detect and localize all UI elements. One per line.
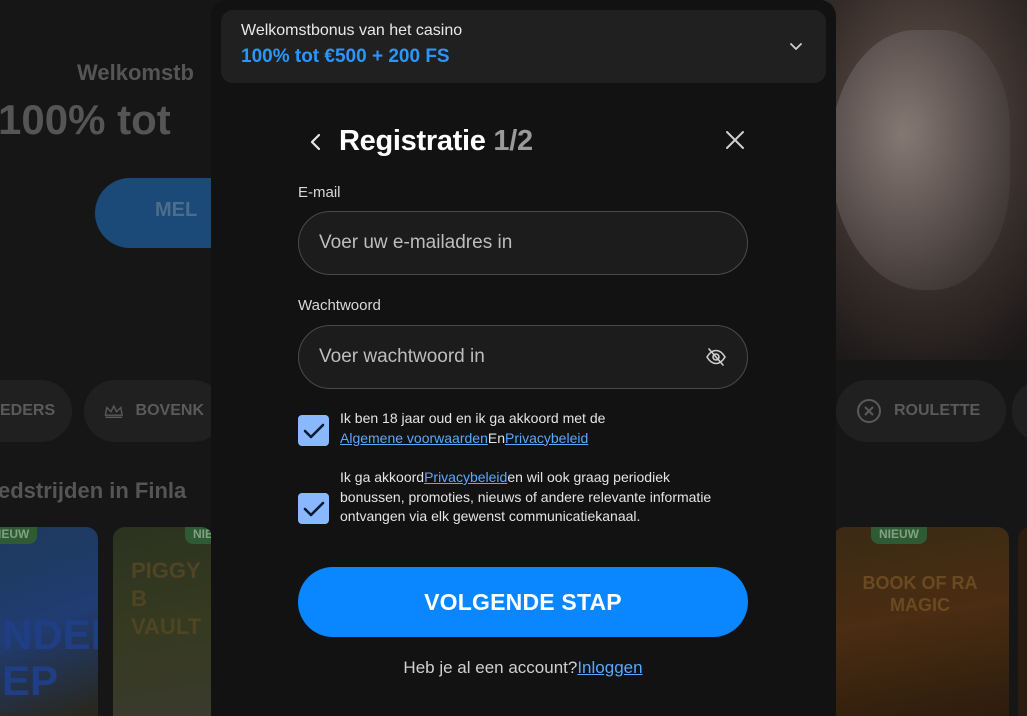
password-field[interactable]: [319, 346, 705, 368]
close-icon[interactable]: [724, 129, 746, 151]
new-badge: NIEUW: [871, 527, 927, 544]
password-label: Wachtwoord: [298, 297, 381, 314]
login-prompt: Heb je al een account?Inloggen: [298, 658, 748, 678]
email-field-wrapper: [298, 211, 748, 275]
registration-modal: Welkomstbonus van het casino 100% tot €5…: [211, 0, 836, 716]
modal-title: Registratie 1/2: [339, 125, 533, 158]
terms-link[interactable]: Algemene voorwaarden: [340, 430, 488, 446]
chevron-down-icon[interactable]: [788, 38, 804, 54]
marketing-text-start: Ik ga akkoord: [340, 469, 425, 485]
bonus-value: 100% tot €500 + 200 FS: [241, 46, 450, 67]
game-card: NIEU PIGGY B VAULT: [113, 527, 213, 716]
privacy-link[interactable]: Privacybeleid: [424, 469, 507, 485]
terms-text: Ik ben 18 jaar oud en ik ga akkoord met …: [340, 410, 606, 426]
terms-checkbox[interactable]: [298, 415, 329, 446]
new-badge: IEUW: [0, 527, 38, 544]
password-field-wrapper: [298, 325, 748, 389]
step-indicator: 1/2: [493, 125, 533, 157]
welcome-bonus-selector[interactable]: Welkomstbonus van het casino 100% tot €5…: [221, 10, 826, 83]
modal-header: Registratie 1/2: [306, 125, 746, 165]
bg-welcome-text: Welkomstb: [77, 60, 194, 85]
category-label: BOVENK: [135, 402, 204, 419]
login-link[interactable]: Inloggen: [577, 658, 642, 677]
category-chip-top: BOVENK: [84, 380, 224, 442]
game-title: NDER EP: [2, 611, 98, 704]
terms-consent: Ik ben 18 jaar oud en ik ga akkoord met …: [298, 410, 738, 455]
category-chip-more: [1012, 380, 1027, 442]
marketing-consent-text: Ik ga akkoordPrivacybeleiden wil ook gra…: [340, 468, 735, 527]
login-prompt-text: Heb je al een account?: [403, 658, 578, 677]
roulette-icon: [857, 399, 881, 423]
game-title: PIGGY B VAULT: [131, 558, 202, 639]
privacy-link[interactable]: Privacybeleid: [505, 430, 588, 446]
email-label: E-mail: [298, 184, 341, 201]
game-card: IEUW NDER EP: [0, 527, 98, 716]
email-field[interactable]: [319, 232, 727, 254]
checkmark-icon: [303, 501, 324, 516]
terms-consent-text: Ik ben 18 jaar oud en ik ga akkoord met …: [340, 409, 735, 448]
title-text: Registratie: [339, 125, 486, 157]
marketing-checkbox[interactable]: [298, 493, 329, 524]
eye-off-icon[interactable]: [705, 346, 727, 368]
category-chip-providers: EDERS: [0, 380, 72, 442]
marketing-consent: Ik ga akkoordPrivacybeleiden wil ook gra…: [298, 469, 738, 549]
game-card: [1018, 527, 1027, 716]
back-arrow-icon[interactable]: [306, 131, 326, 153]
bg-section-title: edstrijden in Finla: [0, 478, 187, 503]
checkmark-icon: [303, 423, 324, 438]
game-title: BOOK OF RA MAGIC: [862, 573, 978, 615]
bg-headline: 100% tot: [0, 96, 171, 143]
category-label: ROULETTE: [894, 402, 981, 419]
new-badge: NIEU: [185, 527, 213, 544]
game-card: NIEUW BOOK OF RA MAGIC: [833, 527, 1009, 716]
category-chip-roulette: ROULETTE: [836, 380, 1006, 442]
bg-signup-label: MEL: [155, 199, 198, 221]
crown-icon: [104, 404, 123, 418]
category-label: EDERS: [0, 402, 56, 419]
terms-joiner: En: [487, 429, 505, 446]
bonus-label: Welkomstbonus van het casino: [241, 22, 463, 39]
next-step-button[interactable]: VOLGENDE STAP: [298, 567, 748, 637]
